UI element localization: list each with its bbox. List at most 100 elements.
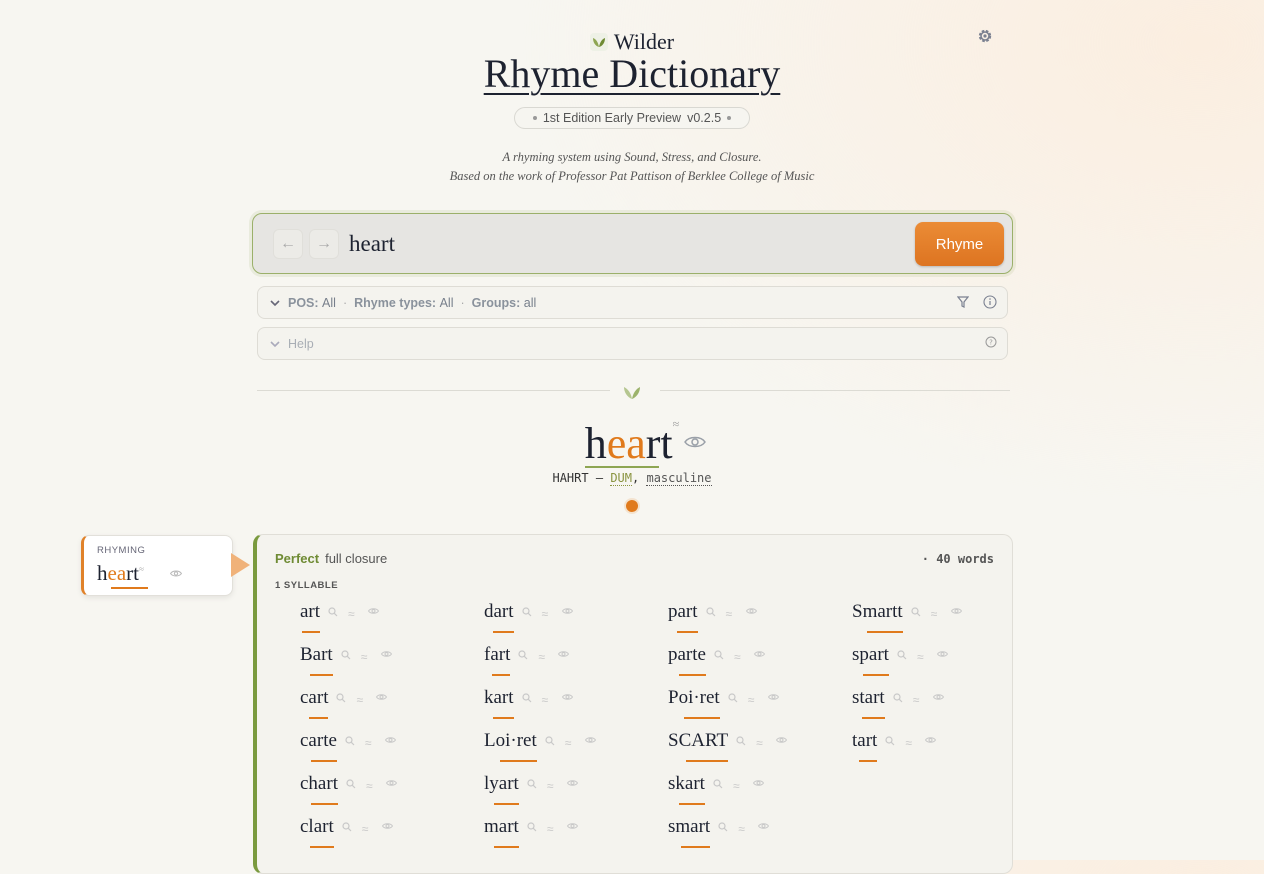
rhyme-word-item[interactable]: cart ≈ [300,687,388,719]
similar-icon[interactable]: ≈ [913,693,920,707]
rhyme-word[interactable]: skart [668,773,705,794]
rhyme-word[interactable]: Poi·ret [668,687,720,708]
similar-icon[interactable]: ≈ [547,822,554,836]
similar-icon[interactable]: ≈ [542,607,549,621]
rhyme-word[interactable]: cart [300,687,328,708]
eye-icon[interactable] [368,607,380,615]
eye-icon[interactable] [925,736,937,744]
rhyme-word-item[interactable]: lyart ≈ [484,773,578,805]
rhyme-word-item[interactable]: SCART ≈ [668,730,788,762]
search-icon[interactable] [346,779,356,789]
search-icon[interactable] [728,693,738,703]
rhyme-word[interactable]: part [668,601,698,622]
rhyme-word-item[interactable]: Loi·ret ≈ [484,730,596,762]
ending-type[interactable]: masculine [646,471,712,486]
rhyme-word-item[interactable]: smart ≈ [668,816,770,848]
search-icon[interactable] [518,650,528,660]
eye-icon[interactable] [950,607,962,615]
eye-icon[interactable] [584,736,596,744]
eye-icon[interactable] [170,569,182,578]
search-icon[interactable] [718,822,728,832]
eye-icon[interactable] [380,650,392,658]
back-button[interactable]: ← [273,229,303,259]
search-icon[interactable] [705,607,716,617]
rhyme-word[interactable]: mart [484,816,519,837]
eye-icon[interactable] [776,736,788,744]
eye-icon[interactable] [561,693,573,701]
similar-icon[interactable]: ≈ [356,693,363,707]
filters-bar[interactable]: POS: All · Rhyme types: All · Groups: al… [257,286,1008,319]
rhyme-word-item[interactable]: spart ≈ [852,644,948,676]
eye-icon[interactable] [558,650,570,658]
rhyme-word[interactable]: start [852,687,885,708]
eye-icon[interactable] [561,607,573,615]
similar-icon[interactable]: ≈ [733,779,740,793]
rhyme-word[interactable]: carte [300,730,337,751]
rhyme-word[interactable]: chart [300,773,338,794]
rhyme-word-item[interactable]: fart ≈ [484,644,570,676]
rhyme-word[interactable]: spart [852,644,889,665]
search-icon[interactable] [341,650,351,660]
similar-icon[interactable]: ≈ [917,650,924,664]
eye-icon[interactable] [566,779,578,787]
rhyme-word-item[interactable]: chart ≈ [300,773,397,805]
rhyme-word-item[interactable]: kart ≈ [484,687,573,719]
filter-icon[interactable] [957,296,969,308]
search-icon[interactable] [527,779,537,789]
search-icon[interactable] [342,822,352,832]
info-icon[interactable] [983,295,997,309]
similar-icon[interactable]: ≈ [726,607,733,621]
eye-icon[interactable] [752,779,764,787]
search-icon[interactable] [545,736,555,746]
rhyme-word[interactable]: Smartt [852,601,903,622]
rhyme-word[interactable]: SCART [668,730,728,751]
rhyme-word[interactable]: lyart [484,773,519,794]
rhyme-word[interactable]: fart [484,644,510,665]
rhyme-word-item[interactable]: parte ≈ [668,644,765,676]
stress-pattern[interactable]: DUM [610,471,632,486]
similar-icon[interactable]: ≈ [542,693,549,707]
settings-gear-icon[interactable] [976,27,994,45]
search-icon[interactable] [328,607,338,617]
search-icon[interactable] [736,736,746,746]
search-icon[interactable] [714,650,724,660]
rhyming-card[interactable]: RHYMING heart≈ [81,535,233,596]
rhyme-word-item[interactable]: mart ≈ [484,816,578,848]
help-icon[interactable]: ? [985,336,997,348]
rhyme-word[interactable]: dart [484,601,514,622]
rhyme-word-item[interactable]: art ≈ [300,601,380,633]
rhyme-button[interactable]: Rhyme [915,222,1004,266]
similar-icon[interactable]: ≈ [361,650,368,664]
eye-icon[interactable] [376,693,388,701]
similar-icon[interactable]: ≈ [366,779,373,793]
similar-icon[interactable]: ≈ [905,736,912,750]
similar-icon[interactable]: ≈ [748,693,755,707]
rhyme-word-item[interactable]: carte ≈ [300,730,396,762]
rhyme-word[interactable]: art [300,601,320,622]
search-icon[interactable] [897,650,907,660]
similar-icon[interactable]: ≈ [365,736,372,750]
rhyme-word[interactable]: kart [484,687,514,708]
rhyme-word[interactable]: clart [300,816,334,837]
rhyme-word[interactable]: tart [852,730,877,751]
eye-icon[interactable] [758,822,770,830]
search-icon[interactable] [893,693,903,703]
similar-icon[interactable]: ≈ [538,650,545,664]
search-icon[interactable] [527,822,537,832]
search-icon[interactable] [521,693,532,703]
eye-icon[interactable] [767,693,779,701]
rhyme-word-item[interactable]: dart ≈ [484,601,573,633]
eye-icon[interactable] [936,650,948,658]
rhyme-word-item[interactable]: start ≈ [852,687,944,719]
rhyme-word-item[interactable]: clart ≈ [300,816,393,848]
similar-icon[interactable]: ≈ [565,736,572,750]
similar-icon[interactable]: ≈ [348,607,355,621]
help-bar[interactable]: Help ? [257,327,1008,360]
similar-icon[interactable]: ≈ [738,822,745,836]
similar-icon[interactable]: ≈ [547,779,554,793]
rhyme-word-item[interactable]: Smartt ≈ [852,601,962,633]
rhyme-word-item[interactable]: tart ≈ [852,730,937,762]
similar-icon[interactable]: ≈ [362,822,369,836]
rhyme-word-item[interactable]: skart ≈ [668,773,764,805]
search-icon[interactable] [521,607,532,617]
